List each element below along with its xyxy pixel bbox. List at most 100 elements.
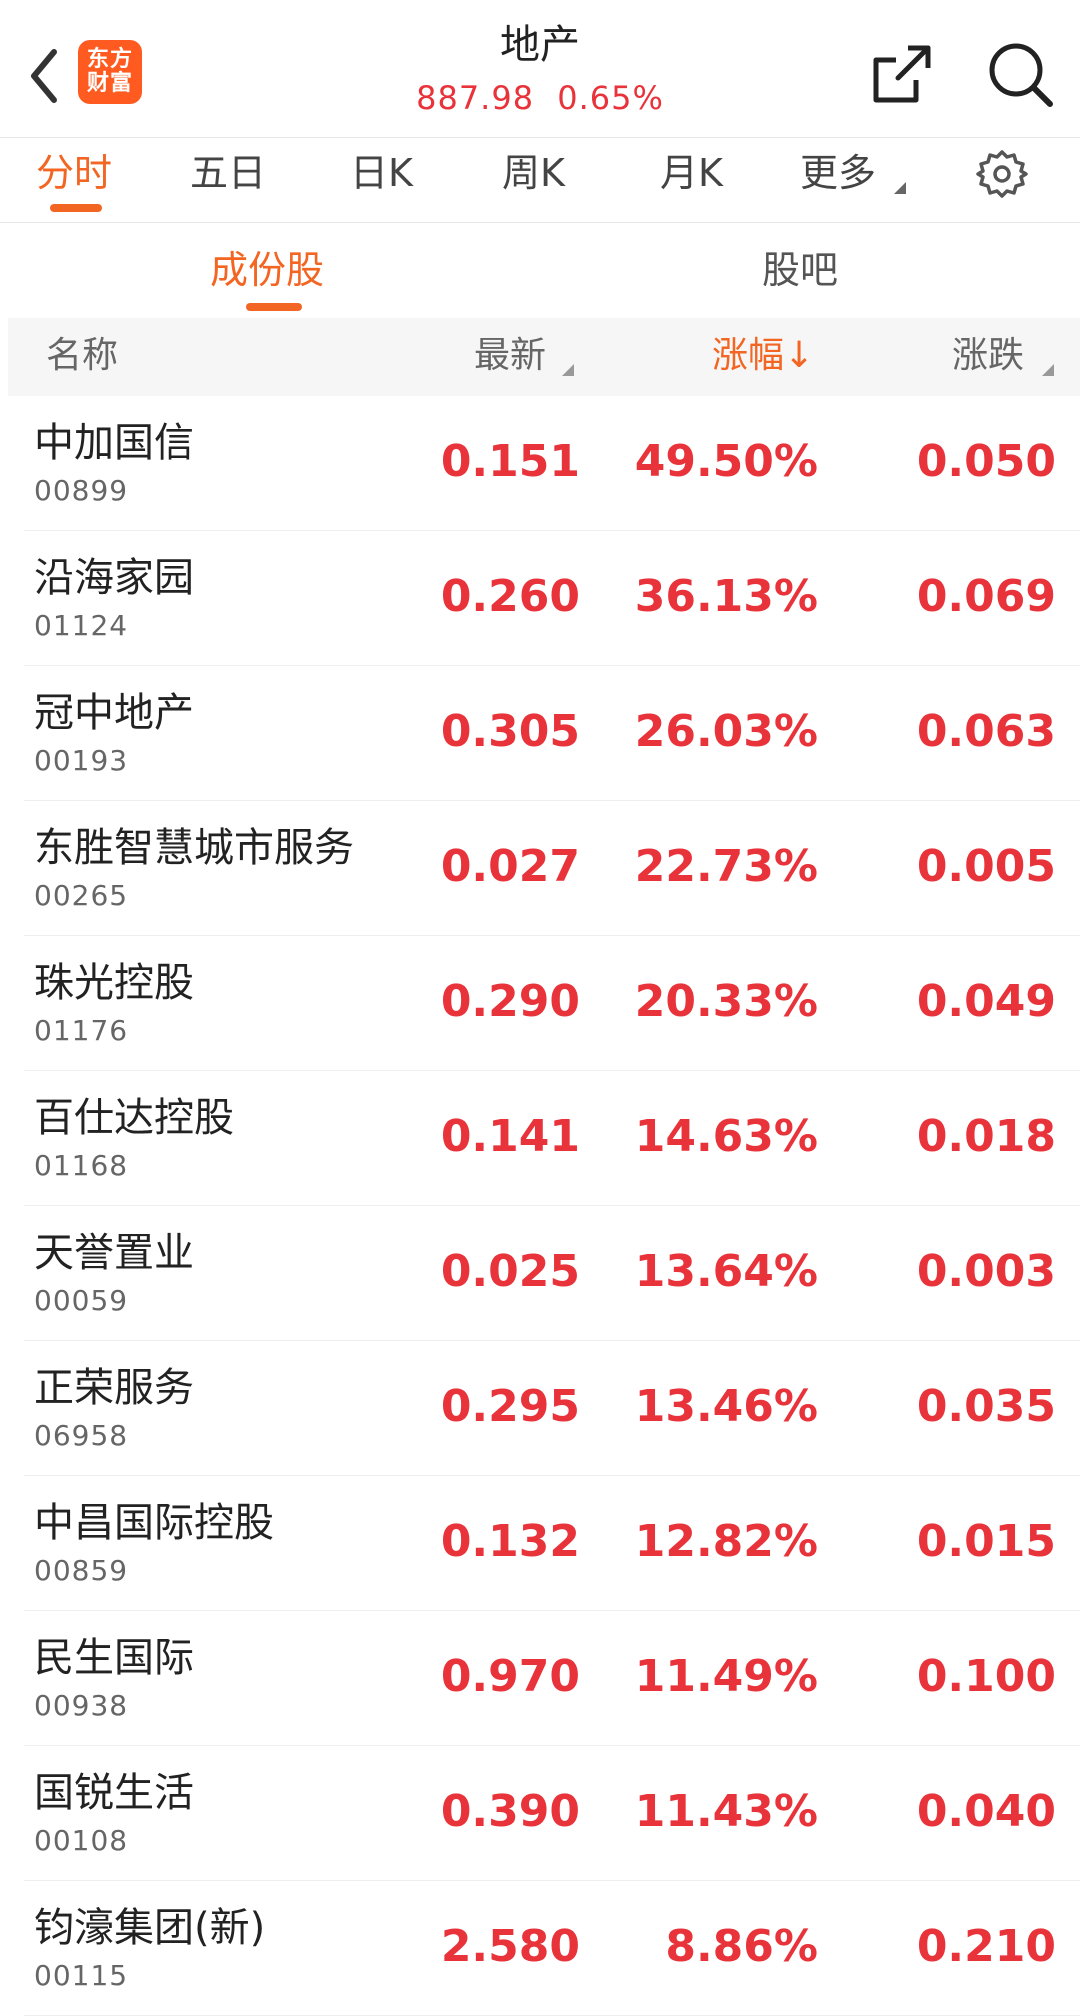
table-header: 名称 最新 涨幅↓ 涨跌 (8, 318, 1080, 396)
latest-price: 0.025 (440, 1246, 580, 1297)
stock-name: 中昌国际控股 (34, 1500, 274, 1546)
change-amount: 0.100 (916, 1651, 1056, 1702)
stock-name: 沿海家园 (34, 555, 194, 601)
latest-price: 0.260 (440, 571, 580, 622)
stock-code: 00115 (34, 1959, 129, 1992)
stock-row[interactable]: 正荣服务 06958 0.295 13.46% 0.035 (24, 1341, 1080, 1476)
settings-gear-icon[interactable] (976, 148, 1028, 200)
stock-row[interactable]: 东胜智慧城市服务 00265 0.027 22.73% 0.005 (24, 801, 1080, 936)
content-segment: 成份股 股吧 (0, 223, 1080, 315)
stock-code: 00193 (34, 744, 129, 777)
tab-yuek[interactable]: 月K (660, 148, 723, 198)
stock-row[interactable]: 国锐生活 00108 0.390 11.43% 0.040 (24, 1746, 1080, 1881)
segment-constituents[interactable]: 成份股 (210, 245, 324, 295)
change-percent: 26.03% (634, 706, 818, 757)
stock-code: 00108 (34, 1824, 129, 1857)
stock-code: 00265 (34, 879, 129, 912)
tab-fenshi[interactable]: 分时 (36, 148, 112, 198)
index-change-pct: 0.65% (557, 79, 664, 117)
more-dropdown-caret-icon (894, 182, 906, 194)
stock-list: 中加国信 00899 0.151 49.50% 0.050 沿海家园 01124 0.260 3… (0, 396, 1080, 2016)
latest-price: 0.141 (440, 1111, 580, 1162)
column-header-latest[interactable]: 最新 (474, 332, 546, 380)
sort-indicator-icon (1042, 364, 1054, 376)
stock-code: 00059 (34, 1284, 129, 1317)
stock-code: 00899 (34, 474, 129, 507)
logo-text-line1: 东方 (86, 47, 133, 72)
active-tab-indicator (50, 204, 102, 212)
change-amount: 0.050 (916, 436, 1056, 487)
change-percent: 11.49% (634, 1651, 818, 1702)
stock-row[interactable]: 中昌国际控股 00859 0.132 12.82% 0.015 (24, 1476, 1080, 1611)
stock-name: 国锐生活 (34, 1770, 194, 1816)
column-header-change-pct[interactable]: 涨幅↓ (712, 332, 814, 380)
index-quote: 887.98 0.65% (340, 78, 740, 118)
title-block: 地产 887.98 0.65% (340, 20, 740, 118)
stock-name: 民生国际 (34, 1635, 194, 1681)
stock-name: 正荣服务 (34, 1365, 194, 1411)
change-percent: 13.64% (634, 1246, 818, 1297)
stock-name: 天誉置业 (34, 1230, 194, 1276)
app-logo[interactable]: 东方 财富 (78, 40, 142, 104)
change-amount: 0.018 (916, 1111, 1056, 1162)
stock-row[interactable]: 民生国际 00938 0.970 11.49% 0.100 (24, 1611, 1080, 1746)
stock-row[interactable]: 珠光控股 01176 0.290 20.33% 0.049 (24, 936, 1080, 1071)
stock-code: 00859 (34, 1554, 129, 1587)
change-amount: 0.069 (916, 571, 1056, 622)
stock-code: 01124 (34, 609, 129, 642)
back-arrow-icon[interactable] (22, 40, 72, 110)
change-percent: 36.13% (634, 571, 818, 622)
stock-name: 冠中地产 (34, 690, 194, 736)
change-percent: 14.63% (634, 1111, 818, 1162)
latest-price: 0.295 (440, 1381, 580, 1432)
logo-text-line2: 财富 (86, 71, 133, 96)
stock-code: 00938 (34, 1689, 129, 1722)
change-amount: 0.005 (916, 841, 1056, 892)
stock-name: 百仕达控股 (34, 1095, 234, 1141)
sort-indicator-icon (562, 364, 574, 376)
tab-more[interactable]: 更多 (800, 148, 876, 198)
stock-name: 珠光控股 (34, 960, 194, 1006)
latest-price: 0.027 (440, 841, 580, 892)
latest-price: 0.151 (440, 436, 580, 487)
stock-name: 中加国信 (34, 420, 194, 466)
segment-indicator (246, 303, 302, 311)
stock-code: 06958 (34, 1419, 129, 1452)
latest-price: 2.580 (440, 1921, 580, 1972)
change-amount: 0.049 (916, 976, 1056, 1027)
stock-code: 01168 (34, 1149, 129, 1182)
change-amount: 0.210 (916, 1921, 1056, 1972)
tab-rik[interactable]: 日K (350, 148, 413, 198)
change-amount: 0.035 (916, 1381, 1056, 1432)
change-percent: 49.50% (634, 436, 818, 487)
share-icon[interactable] (868, 40, 936, 108)
page-title: 地产 (500, 22, 580, 68)
stock-row[interactable]: 天誉置业 00059 0.025 13.64% 0.003 (24, 1206, 1080, 1341)
latest-price: 0.305 (440, 706, 580, 757)
stock-row[interactable]: 百仕达控股 01168 0.141 14.63% 0.018 (24, 1071, 1080, 1206)
latest-price: 0.290 (440, 976, 580, 1027)
stock-code: 01176 (34, 1014, 129, 1047)
stock-row[interactable]: 沿海家园 01124 0.260 36.13% 0.069 (24, 531, 1080, 666)
stock-row[interactable]: 钧濠集团(新) 00115 2.580 8.86% 0.210 (24, 1881, 1080, 2016)
stock-row[interactable]: 冠中地产 00193 0.305 26.03% 0.063 (24, 666, 1080, 801)
latest-price: 0.132 (440, 1516, 580, 1567)
change-amount: 0.063 (916, 706, 1056, 757)
change-percent: 11.43% (634, 1786, 818, 1837)
chart-period-tabs: 分时 五日 日K 周K 月K 更多 (0, 137, 1080, 224)
tab-wuri[interactable]: 五日 (190, 148, 266, 198)
search-icon[interactable] (986, 40, 1054, 108)
column-header-name: 名称 (46, 335, 119, 376)
change-percent: 12.82% (634, 1516, 818, 1567)
change-percent: 8.86% (665, 1921, 818, 1972)
change-percent: 22.73% (634, 841, 818, 892)
tab-zhouk[interactable]: 周K (502, 148, 565, 198)
stock-name: 钧濠集团(新) (34, 1905, 266, 1951)
segment-forum[interactable]: 股吧 (762, 245, 838, 295)
stock-row[interactable]: 中加国信 00899 0.151 49.50% 0.050 (24, 396, 1080, 531)
change-percent: 20.33% (634, 976, 818, 1027)
change-amount: 0.003 (916, 1246, 1056, 1297)
latest-price: 0.390 (440, 1786, 580, 1837)
index-price: 887.98 (416, 79, 535, 117)
latest-price: 0.970 (440, 1651, 580, 1702)
